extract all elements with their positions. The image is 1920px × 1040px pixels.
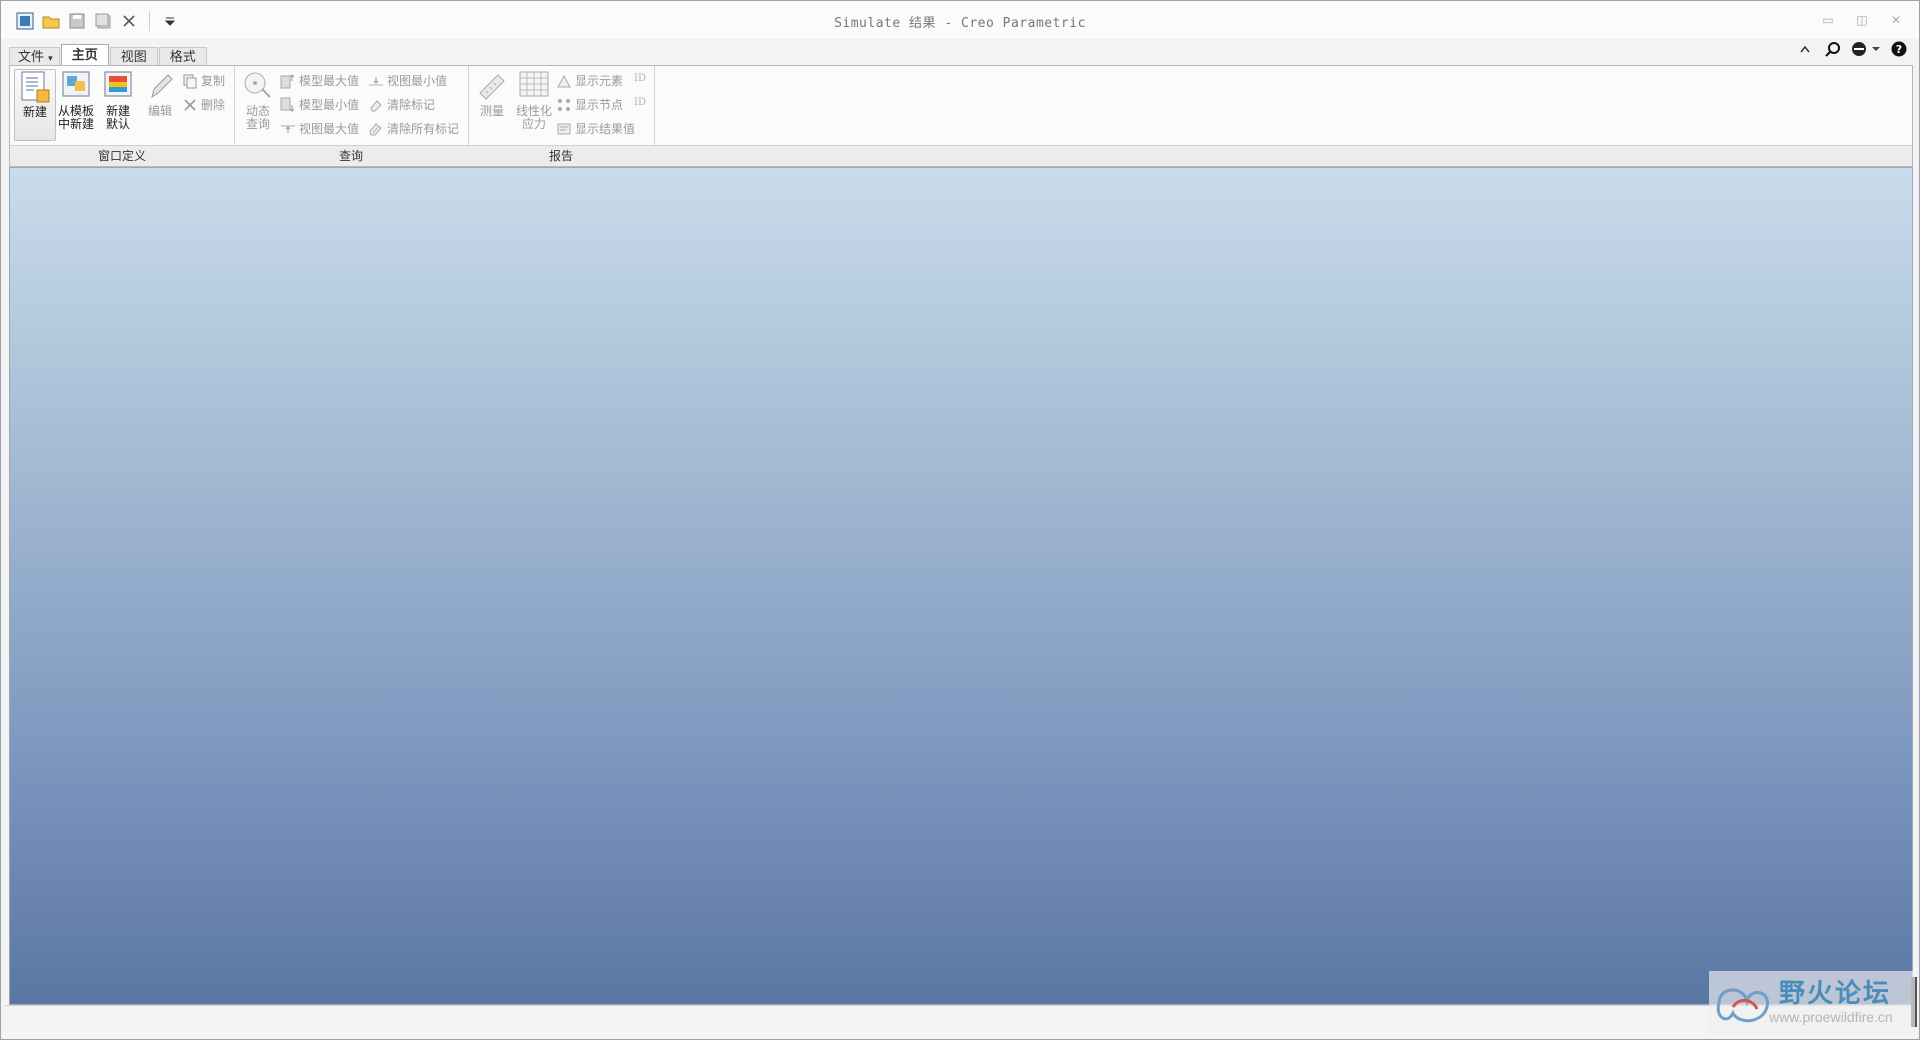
group-label-window-definition: 窗口定义 xyxy=(10,145,234,166)
eraser-all-icon xyxy=(369,123,382,136)
help-icon[interactable]: ? xyxy=(1889,39,1909,59)
model-max-icon xyxy=(280,74,295,89)
id-badge: ID xyxy=(634,73,646,84)
template-icon xyxy=(62,71,90,97)
show-values-icon xyxy=(557,123,571,135)
measure-button[interactable]: 测量 xyxy=(472,69,512,118)
watermark-text: 野火论坛 xyxy=(1779,979,1892,1009)
model-min-button[interactable]: 模型最小值 xyxy=(280,96,359,114)
tab-file[interactable]: 文件 ▾ xyxy=(9,47,60,66)
group-report: 测量 线性化 应力 显示元素 ID 显示节点 ID 显示结果值 报告 xyxy=(468,66,655,166)
ribbon-tabs: 文件 ▾ 主页 视图 格式 xyxy=(9,44,208,66)
view-max-button[interactable]: 视图最大值 xyxy=(280,120,359,138)
view-max-icon xyxy=(281,125,295,133)
show-elements-button[interactable]: 显示元素 xyxy=(556,72,623,90)
copy-icon xyxy=(183,74,197,89)
search-icon[interactable] xyxy=(1823,39,1843,59)
group-window-definition: 新建 从模板 中新建 新建 默认 编辑 复制 删除 窗口定义 xyxy=(10,66,235,166)
window-controls: ▭ ◫ ✕ xyxy=(1819,11,1905,29)
tab-view[interactable]: 视图 xyxy=(109,47,158,66)
edit-button[interactable]: 编辑 xyxy=(140,69,180,118)
ribbon-empty-area xyxy=(654,66,1912,166)
view-min-icon xyxy=(369,77,383,86)
model-min-icon xyxy=(280,97,295,112)
id-badge: ID xyxy=(634,97,646,108)
default-result-icon xyxy=(104,71,132,97)
community-icon[interactable] xyxy=(1851,39,1881,59)
grid-table-icon xyxy=(519,71,549,97)
app-window: Simulate 结果 - Creo Parametric ▭ ◫ ✕ 文件 ▾… xyxy=(0,0,1920,1040)
collapse-ribbon-icon[interactable] xyxy=(1795,39,1815,59)
svg-text:?: ? xyxy=(1896,43,1902,56)
clear-all-marks-button[interactable]: 清除所有标记 xyxy=(368,120,459,138)
window-title: Simulate 结果 - Creo Parametric xyxy=(834,16,1086,31)
delete-button[interactable]: 删除 xyxy=(182,96,225,114)
watermark: 野火论坛 www.proewildfire.cn xyxy=(1709,971,1915,1033)
eraser-icon xyxy=(370,100,382,112)
show-nodes-icon xyxy=(558,99,570,111)
show-nodes-button[interactable]: 显示节点 xyxy=(556,96,623,114)
tab-home[interactable]: 主页 xyxy=(60,44,109,66)
new-result-window-icon xyxy=(21,71,50,103)
copy-button[interactable]: 复制 xyxy=(182,72,225,90)
show-result-values-button[interactable]: 显示结果值 xyxy=(556,120,635,138)
restore-icon[interactable]: ◫ xyxy=(1853,11,1871,29)
new-window-button[interactable]: 新建 xyxy=(14,69,56,141)
dynamic-query-icon xyxy=(244,72,271,98)
status-bar xyxy=(5,1005,1915,1038)
watermark-url: www.proewildfire.cn xyxy=(1769,1009,1893,1025)
new-from-template-button[interactable]: 从模板 中新建 xyxy=(56,69,96,131)
new-default-button[interactable]: 新建 默认 xyxy=(98,69,138,131)
view-min-button[interactable]: 视图最小值 xyxy=(368,72,447,90)
ruler-icon xyxy=(479,74,505,100)
tab-format[interactable]: 格式 xyxy=(158,47,207,66)
dynamic-query-button[interactable]: 动态 查询 xyxy=(238,69,278,131)
ribbon-right-controls: ? xyxy=(1795,39,1909,59)
clear-mark-button[interactable]: 清除标记 xyxy=(368,96,435,114)
show-elements-icon xyxy=(557,74,571,88)
title-bar: Simulate 结果 - Creo Parametric ▭ ◫ ✕ xyxy=(1,1,1919,39)
graphics-window[interactable] xyxy=(9,167,1913,1005)
ribbon: 新建 从模板 中新建 新建 默认 编辑 复制 删除 窗口定义 动态 查询 模型最… xyxy=(9,65,1913,167)
ribbon-empty-label xyxy=(654,145,1912,166)
delete-x-icon xyxy=(184,99,196,111)
pencil-icon xyxy=(151,74,173,99)
group-label-query: 查询 xyxy=(234,145,468,166)
watermark-logo-icon xyxy=(1716,988,1769,1023)
group-query: 动态 查询 模型最大值 模型最小值 视图最大值 视图最小值 清除标记 清除所有标… xyxy=(234,66,469,166)
group-label-report: 报告 xyxy=(468,145,654,166)
minimize-icon[interactable]: ▭ xyxy=(1819,11,1837,29)
linearized-stress-button[interactable]: 线性化 应力 xyxy=(514,69,554,131)
model-max-button[interactable]: 模型最大值 xyxy=(280,72,359,90)
close-icon[interactable]: ✕ xyxy=(1887,11,1905,29)
